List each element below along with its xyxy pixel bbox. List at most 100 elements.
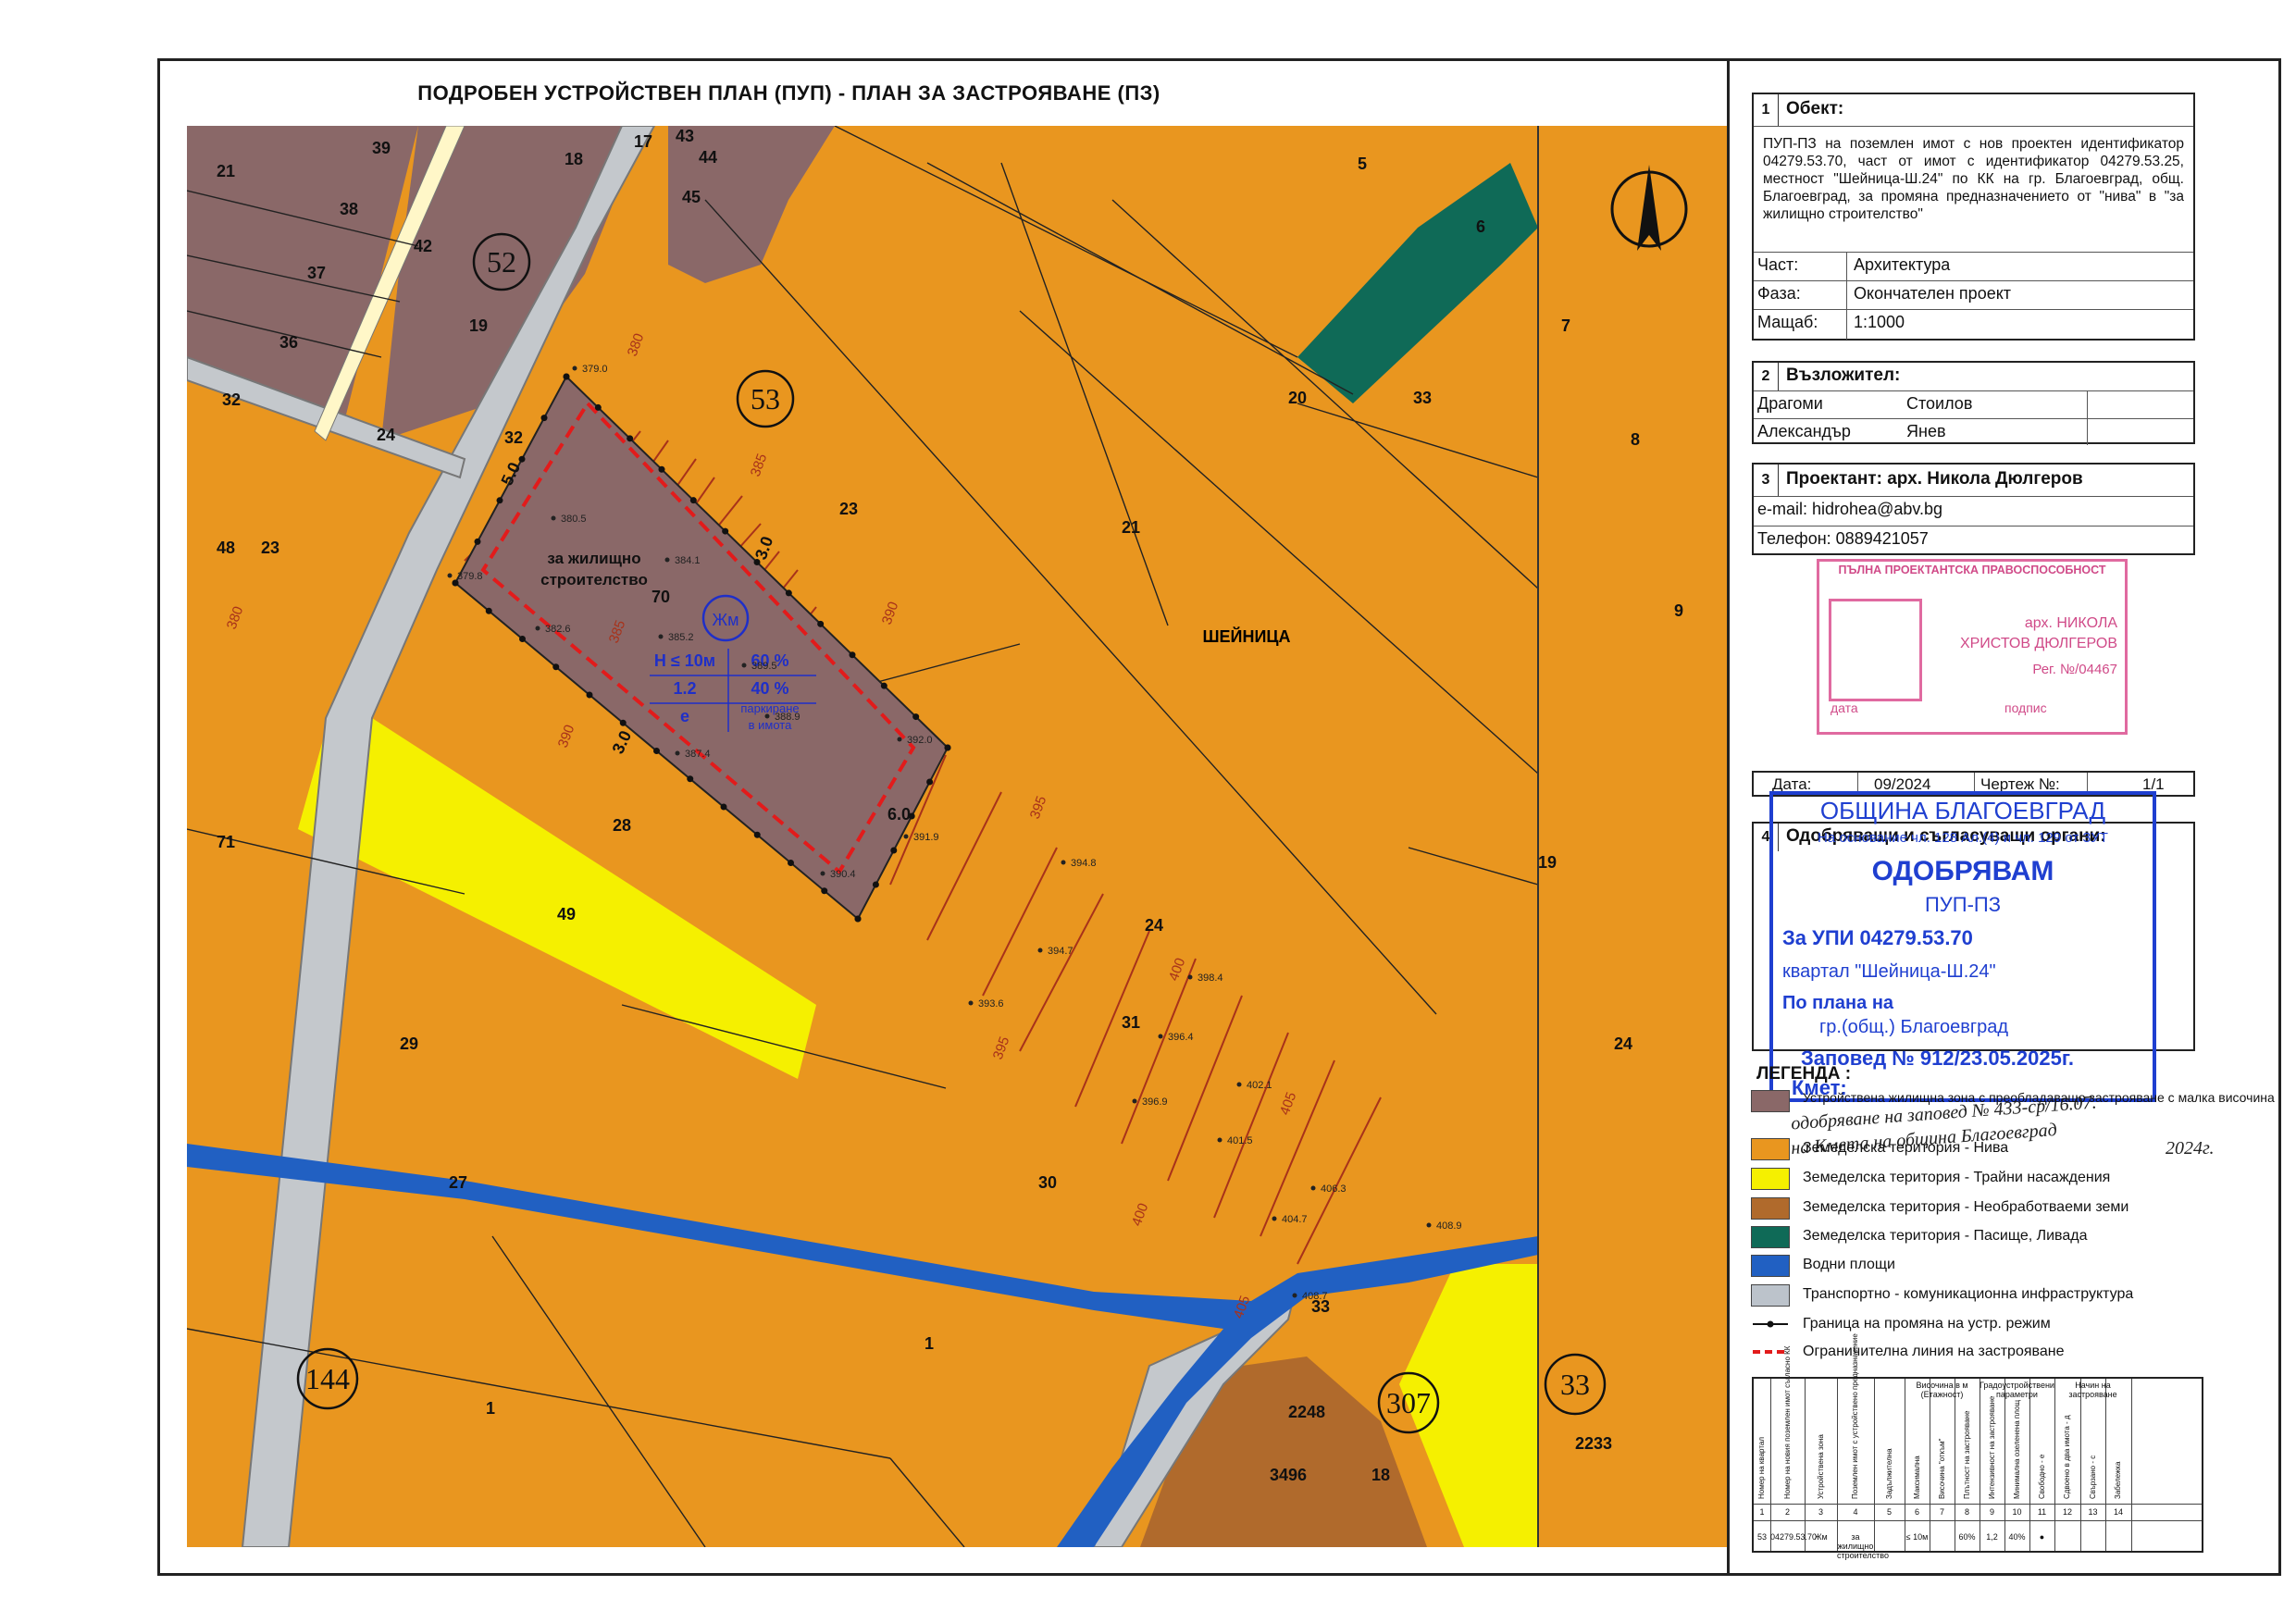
designer-phone-row: Телефон: 0889421057 <box>1754 526 2193 556</box>
parcel-label: 44 <box>699 148 717 167</box>
legend-swatch <box>1751 1138 1790 1160</box>
parcel-label: 6 <box>1476 217 1485 236</box>
elevation-dot <box>1187 974 1193 980</box>
boundary-dot <box>890 847 898 854</box>
table-group-header: Градоустройствени параметри <box>1980 1381 2054 1399</box>
parcel-label: 21 <box>1122 518 1140 537</box>
boundary-dot <box>496 497 503 504</box>
table-cell: ≤ 10м <box>1905 1532 1929 1542</box>
designer-box: 3 Проектант: арх. Никола Дюлгеров e-mail:… <box>1752 463 2195 555</box>
boundary-dot <box>653 748 660 754</box>
boundary-dot <box>817 620 825 627</box>
parcel-label: 23 <box>839 500 858 518</box>
elevation-dot <box>447 573 453 578</box>
client-last-name: Стоилов <box>1906 394 1973 413</box>
client-last-name: Янев <box>1906 422 1946 440</box>
table-cell: 1,2 <box>1986 1532 1998 1542</box>
parcel-label: 29 <box>400 1035 418 1053</box>
legend-swatch <box>1751 1255 1790 1277</box>
elevation-label: 390.4 <box>830 869 856 880</box>
designer-header: 3 Проектант: арх. Никола Дюлгеров <box>1754 465 2193 497</box>
table-col-number: 7 <box>1939 1507 1944 1517</box>
table-col-header: Поземлен имот с устройствено предназначе… <box>1851 1333 1859 1499</box>
zone-height: H ≤ 10м <box>654 651 715 670</box>
stamp-logo-icon <box>1829 599 1922 701</box>
parcel-label: 1 <box>486 1399 495 1418</box>
table-cell: 40% <box>2008 1532 2026 1542</box>
boundary-dot <box>788 860 794 866</box>
zone-label-2: строителство <box>540 571 648 588</box>
approval-stamp: ОБЩИНА БЛАГОЕВГРАД На основание чл. 128 … <box>1769 791 2156 1102</box>
elevation-label: 394.7 <box>1048 946 1074 957</box>
parcel-label: 28 <box>613 816 631 835</box>
parcel-label: 8 <box>1631 430 1640 449</box>
table-col-header: Номер на квартал <box>1757 1436 1766 1499</box>
parcel-label: 45 <box>682 188 701 206</box>
table-col-header: Сдвоено в два имота - д <box>2063 1415 2071 1499</box>
client-title: Възложител: <box>1786 365 1901 385</box>
table-col-header: Забележка <box>2114 1461 2122 1499</box>
elevation-label: 401.5 <box>1227 1135 1253 1146</box>
elevation-label: 379.0 <box>582 364 608 375</box>
stamp-title: ПЪЛНА ПРОЕКТАНТСКА ПРАВОСПОСОБНОСТ <box>1838 564 2106 576</box>
table-group-header: Височина в м (Етажност) <box>1916 1381 1968 1399</box>
elevation-label: 382.6 <box>545 624 571 635</box>
elevation-dot <box>572 365 577 371</box>
legend-label: Транспортно - комуникационна инфраструкт… <box>1803 1286 2134 1302</box>
row-value: 1:1000 <box>1854 313 1905 331</box>
boundary-dot <box>753 831 761 838</box>
elevation-dot <box>664 557 670 563</box>
boundary-dot <box>880 682 887 689</box>
legend-swatch <box>1751 1197 1790 1220</box>
boundary-dot <box>594 403 602 411</box>
elevation-dot <box>675 750 680 756</box>
boundary-dot <box>722 527 729 535</box>
zone-kint: 1.2 <box>673 679 696 698</box>
table-cell: ● <box>2039 1532 2045 1542</box>
client-row: Драгоми Стоилов <box>1754 390 2193 419</box>
table-col-number: 12 <box>2062 1507 2072 1517</box>
table-col-header: Номер на новия поземлен имот съгласно КК <box>1782 1345 1792 1499</box>
row-value: Архитектура <box>1854 255 1951 274</box>
stamp-reg: Рег. №/04467 <box>2032 662 2117 677</box>
object-box: 1 Обект: ПУП-ПЗ на поземлен имот с нов пр… <box>1752 93 2195 341</box>
parcel-label: 3496 <box>1270 1466 1307 1484</box>
approval-approve: ОДОБРЯВАМ <box>1871 856 2054 886</box>
table-col-header: Задължителна <box>1884 1448 1893 1499</box>
table-col-header: Свободно - е <box>2037 1454 2046 1499</box>
elevation-label: 389.5 <box>751 661 777 672</box>
boundary-dot <box>687 775 694 783</box>
handwritten-note-3: 2024г. <box>2166 1138 2215 1158</box>
legend-label: Земеделска територия - Трайни насаждения <box>1803 1170 2111 1185</box>
designer-email-row: e-mail: hidrohea@abv.bg <box>1754 496 2193 527</box>
table-col-number: 10 <box>2012 1507 2022 1517</box>
block-307: 307 <box>1386 1386 1431 1419</box>
boundary-line-icon <box>1753 1320 1788 1328</box>
elevation-dot <box>1132 1098 1137 1104</box>
elevation-label: 396.9 <box>1142 1096 1168 1108</box>
designer-title: Проектант: арх. Никола Дюлгеров <box>1786 469 2083 489</box>
legend-label: Ограничителна линия на застрояване <box>1803 1344 2065 1359</box>
table-group-header: Начин на застрояване <box>2068 1381 2117 1399</box>
legend-swatch <box>1751 1090 1790 1112</box>
table-col-header: Плътност на застрояване <box>1962 1410 1971 1499</box>
table-col-number: 14 <box>2113 1507 2123 1517</box>
zone-label-1: за жилищно <box>547 550 640 567</box>
table-col-header: Максимална <box>1912 1456 1921 1499</box>
boundary-dot <box>627 435 634 442</box>
boundary-dot <box>540 415 548 422</box>
parameters-table: Номер на квартал Номер на новия поземлен … <box>1752 1333 2203 1560</box>
boundary-dot <box>785 589 792 597</box>
boundary-dot <box>619 719 627 726</box>
parcel-label: 37 <box>307 264 326 282</box>
table-col-number: 5 <box>1886 1507 1892 1517</box>
boundary-dot <box>474 538 481 545</box>
stamp-sign: подпис <box>2004 700 2047 715</box>
elevation-dot <box>764 713 770 719</box>
boundary-dot <box>519 636 526 642</box>
table-col-header: Свързано - с <box>2088 1455 2097 1499</box>
elevation-label: 408.7 <box>1302 1291 1328 1302</box>
table-col-number: 11 <box>2037 1507 2047 1517</box>
table-cell: Жм <box>1814 1532 1828 1542</box>
object-description: ПУП-ПЗ на поземлен имот с нов проектен и… <box>1763 136 2184 222</box>
